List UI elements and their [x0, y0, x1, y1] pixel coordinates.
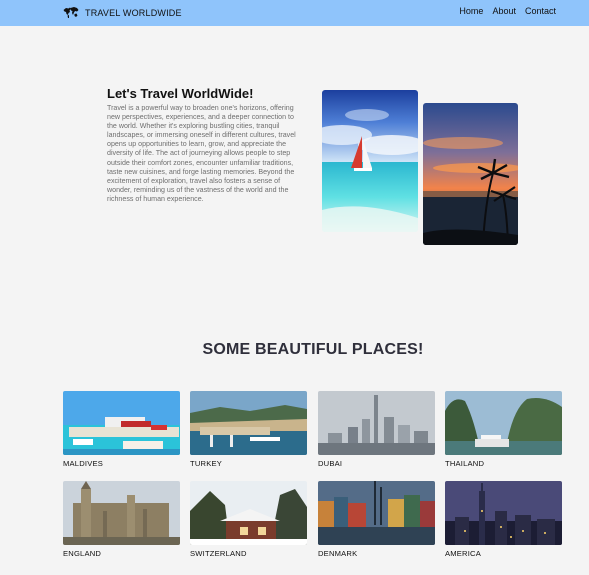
place-card-denmark[interactable]: DENMARK: [318, 481, 435, 558]
thailand-image: [445, 391, 562, 455]
switzerland-image: [190, 481, 307, 545]
america-image: [445, 481, 562, 545]
denmark-image: [318, 481, 435, 545]
place-label: DUBAI: [318, 459, 343, 468]
place-label: AMERICA: [445, 549, 481, 558]
place-card-maldives[interactable]: MALDIVES: [63, 391, 180, 468]
place-card-america[interactable]: AMERICA: [445, 481, 562, 558]
place-card-thailand[interactable]: THAILAND: [445, 391, 562, 468]
nav-links: Home About Contact: [459, 6, 556, 16]
dubai-image: [318, 391, 435, 455]
world-map-icon: [63, 7, 79, 18]
england-image: [63, 481, 180, 545]
brand[interactable]: TRAVEL WORLDWIDE: [63, 6, 182, 19]
place-card-dubai[interactable]: DUBAI: [318, 391, 435, 468]
place-label: ENGLAND: [63, 549, 102, 558]
place-label: MALDIVES: [63, 459, 104, 468]
nav-link-about[interactable]: About: [492, 6, 516, 16]
place-label: THAILAND: [445, 459, 485, 468]
places-section-title: SOME BEAUTIFUL PLACES!: [202, 341, 424, 358]
place-card-england[interactable]: ENGLAND: [63, 481, 180, 558]
tropical-sunset-image: [423, 103, 518, 245]
place-label: DENMARK: [318, 549, 358, 558]
place-card-turkey[interactable]: TURKEY: [190, 391, 307, 468]
nav-link-home[interactable]: Home: [459, 6, 483, 16]
maldives-image: [63, 391, 180, 455]
turkey-image: [190, 391, 307, 455]
brand-name: TRAVEL WORLDWIDE: [85, 7, 182, 18]
navbar: TRAVEL WORLDWIDE Home About Contact: [0, 0, 589, 26]
place-label: TURKEY: [190, 459, 223, 468]
nav-link-contact[interactable]: Contact: [525, 6, 556, 16]
place-label: SWITZERLAND: [190, 549, 247, 558]
sailboat-beach-image: [322, 90, 418, 232]
hero-title: Let's Travel WorldWide!: [107, 86, 254, 101]
place-card-switzerland[interactable]: SWITZERLAND: [190, 481, 307, 558]
hero-description: Travel is a powerful way to broaden one'…: [107, 104, 296, 203]
